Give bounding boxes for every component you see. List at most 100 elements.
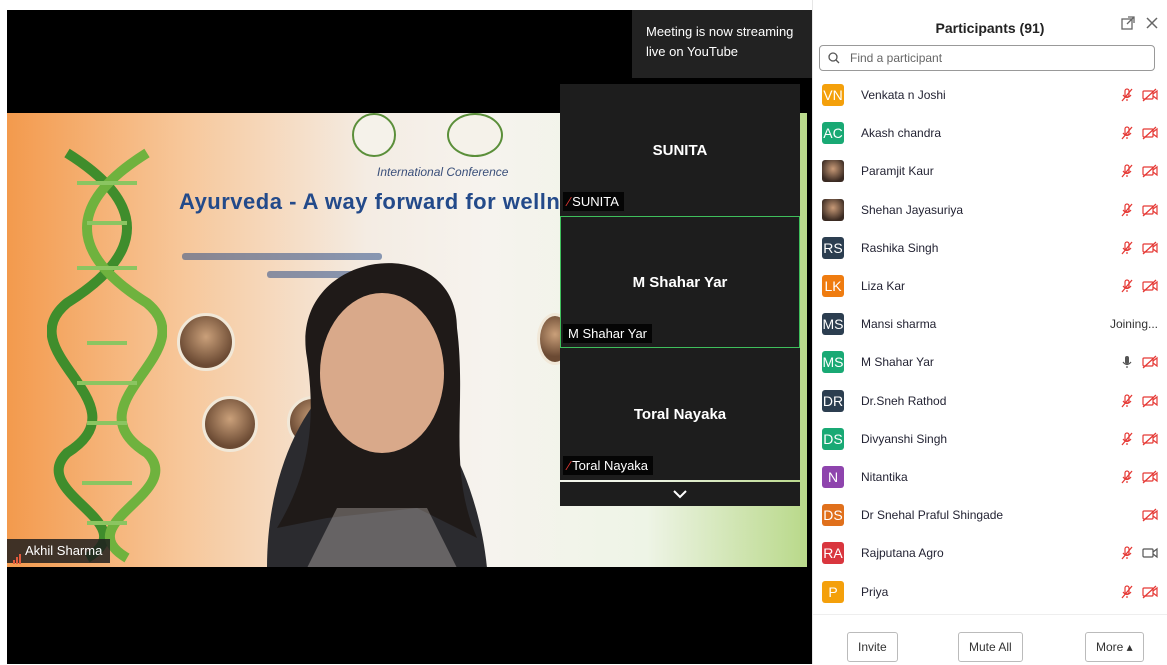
mic-muted-icon[interactable] (1120, 546, 1134, 560)
participant-row[interactable]: MS Mansi sharma Joining... (813, 305, 1167, 343)
participant-thumbnail[interactable]: SUNITA ∕ SUNITA (560, 84, 800, 216)
search-input[interactable] (848, 50, 1132, 66)
participant-row[interactable]: Shehan Jayasuriya (813, 191, 1167, 229)
video-icon[interactable] (1142, 546, 1158, 560)
thumbnail-name: Toral Nayaka (572, 458, 649, 473)
mic-muted-icon[interactable] (1120, 279, 1134, 293)
mic-muted-icon[interactable] (1120, 393, 1134, 408)
avatar: MS (822, 351, 844, 374)
avatar: DS (822, 504, 844, 527)
video-off-icon[interactable] (1142, 585, 1158, 599)
participant-row[interactable]: LK Liza Kar (813, 267, 1167, 305)
mic-muted-icon[interactable] (1120, 432, 1134, 446)
participant-row[interactable]: DS Dr Snehal Praful Shingade (813, 496, 1167, 534)
avatar: RS (822, 236, 844, 259)
participant-name: Paramjit Kaur (861, 164, 934, 179)
mic-icon[interactable] (1120, 355, 1134, 369)
thumbnail-label: ∕ Toral Nayaka (563, 456, 654, 475)
video-off-icon[interactable] (1142, 470, 1158, 484)
chevron-down-icon (673, 490, 687, 499)
video-off-icon[interactable] (1142, 164, 1158, 178)
participant-status (1142, 508, 1158, 522)
participant-row[interactable]: Paramjit Kaur (813, 152, 1167, 190)
participant-status (1120, 164, 1158, 178)
participant-name: Dr.Sneh Rathod (861, 393, 947, 408)
participant-row[interactable]: VN Venkata n Joshi (813, 76, 1167, 114)
panel-footer: Invite Mute All More ▴ (813, 614, 1167, 665)
participant-row[interactable]: DS Divyanshi Singh (813, 420, 1167, 458)
avatar: VN (822, 84, 844, 107)
participant-status (1120, 241, 1158, 255)
video-off-icon[interactable] (1142, 203, 1158, 217)
participant-status (1120, 203, 1158, 217)
participant-list: VN Venkata n Joshi AC Akash chandra Paramjit… (813, 76, 1167, 611)
invite-button[interactable]: Invite (847, 632, 898, 662)
mic-muted-icon[interactable] (1120, 203, 1134, 217)
avatar: AC (822, 122, 844, 145)
participant-status (1120, 126, 1158, 140)
more-button[interactable]: More ▴ (1085, 632, 1144, 662)
signal-strength-icon (13, 540, 22, 564)
video-area: International Conference Ayurveda - A wa… (7, 10, 812, 664)
participant-name: Liza Kar (861, 279, 906, 294)
thumbnail-name: SUNITA (572, 194, 619, 209)
participant-name: Rajputana Agro (861, 546, 944, 561)
meeting-stage: International Conference Ayurveda - A wa… (0, 0, 814, 664)
pop-out-icon[interactable] (1121, 16, 1135, 30)
panel-header-icons (1121, 16, 1159, 30)
notification-line: Meeting is now streaming (646, 24, 794, 39)
video-off-icon[interactable] (1142, 394, 1158, 408)
participant-row[interactable]: MS M Shahar Yar (813, 343, 1167, 381)
video-off-icon[interactable] (1142, 279, 1158, 293)
participant-name: Mansi sharma (861, 317, 937, 332)
participant-search (819, 45, 1155, 71)
mute-all-button[interactable]: Mute All (958, 632, 1023, 662)
video-off-icon[interactable] (1142, 88, 1158, 102)
video-off-icon[interactable] (1142, 126, 1158, 140)
participant-name: Venkata n Joshi (861, 88, 946, 103)
joining-status: Joining... (1109, 317, 1158, 332)
mic-muted-icon[interactable] (1120, 470, 1134, 484)
mic-muted-icon[interactable] (1120, 241, 1134, 255)
participant-status (1120, 88, 1158, 102)
participant-row[interactable]: N Nitantika (813, 458, 1167, 496)
thumbnail-scroll-down-button[interactable] (560, 482, 800, 506)
participant-status (1120, 393, 1158, 408)
participant-status (1120, 546, 1158, 560)
thumbnail-strip: SUNITA ∕ SUNITA M Shahar Yar M Shahar Yar… (560, 84, 800, 506)
avatar: RA (822, 542, 844, 565)
panel-header: Participants (91) (813, 0, 1167, 44)
presenter-video (267, 263, 487, 567)
avatar: LK (822, 275, 844, 298)
participant-name: Priya (861, 584, 889, 599)
participant-row[interactable]: DR Dr.Sneh Rathod (813, 382, 1167, 420)
mic-muted-icon[interactable] (1120, 584, 1134, 599)
participant-status (1120, 279, 1158, 293)
close-icon[interactable] (1145, 16, 1159, 30)
avatar: DR (822, 389, 844, 412)
participant-row[interactable]: AC Akash chandra (813, 114, 1167, 152)
participant-status (1120, 584, 1158, 599)
participant-thumbnail[interactable]: Toral Nayaka ∕ Toral Nayaka (560, 348, 800, 480)
speaker-name: Akhil Sharma (25, 543, 103, 558)
participant-name: M Shahar Yar (861, 355, 934, 370)
participant-row[interactable]: RA Rajputana Agro (813, 534, 1167, 572)
video-off-icon[interactable] (1142, 508, 1158, 522)
video-off-icon[interactable] (1142, 355, 1158, 369)
mic-muted-icon[interactable] (1120, 126, 1134, 140)
avatar: DS (822, 427, 844, 450)
participant-name: Rashika Singh (861, 240, 939, 255)
participant-name: Shehan Jayasuriya (861, 202, 964, 217)
participant-row[interactable]: RS Rashika Singh (813, 229, 1167, 267)
mic-muted-icon[interactable] (1120, 88, 1134, 102)
thumbnail-name: M Shahar Yar (568, 326, 648, 341)
participant-thumbnail-active[interactable]: M Shahar Yar M Shahar Yar (560, 216, 800, 348)
mic-muted-icon[interactable] (1120, 164, 1134, 178)
participant-name: Dr Snehal Praful Shingade (861, 508, 1004, 523)
participant-status (1120, 470, 1158, 484)
participants-panel: Participants (91) VN Venkata n Joshi AC Aka… (812, 0, 1167, 664)
avatar: MS (822, 313, 844, 336)
participant-row[interactable]: P Priya (813, 572, 1167, 610)
video-off-icon[interactable] (1142, 241, 1158, 255)
video-off-icon[interactable] (1142, 432, 1158, 446)
